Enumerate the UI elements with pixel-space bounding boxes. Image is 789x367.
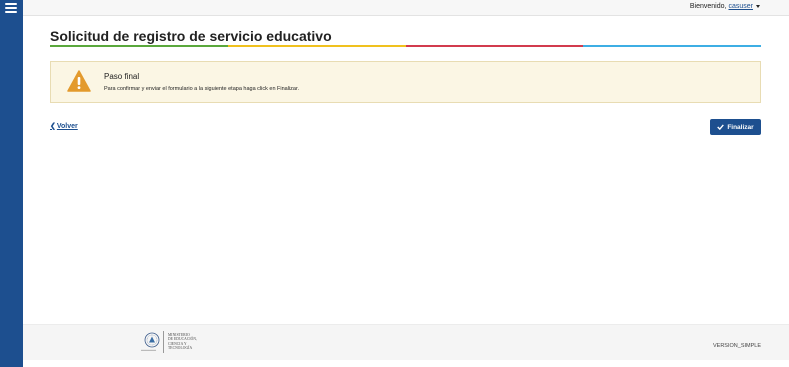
username-link[interactable]: casuser xyxy=(728,3,753,10)
alert-message: Para confirmar y enviar el formulario a … xyxy=(104,86,300,92)
stripe-yellow xyxy=(227,45,406,47)
ministry-line: TECNOLOGÍA xyxy=(168,346,193,351)
stripe-green xyxy=(50,45,228,47)
coat-of-arms-logo xyxy=(144,332,160,348)
seal-caption: ━━━━━━━━━━ xyxy=(141,349,157,352)
version-label: VERSION_SIMPLE xyxy=(713,343,761,349)
final-step-alert: Paso final Para confirmar y enviar el fo… xyxy=(50,61,761,103)
check-icon xyxy=(717,124,725,130)
caret-down-icon[interactable] xyxy=(756,5,760,8)
menu-icon[interactable] xyxy=(5,3,17,13)
top-bar: Bienvenido, casuser xyxy=(23,0,789,16)
alert-title: Paso final xyxy=(104,72,140,81)
footer-divider xyxy=(163,331,164,353)
back-label: Volver xyxy=(56,122,78,130)
back-link[interactable]: ❮ Volver xyxy=(50,122,78,131)
user-menu[interactable]: Bienvenido, casuser xyxy=(690,3,760,10)
welcome-text: Bienvenido, xyxy=(689,3,727,10)
finish-button[interactable]: Finalizar xyxy=(710,119,761,135)
warning-icon xyxy=(67,70,91,92)
color-stripe xyxy=(50,45,761,47)
finish-label: Finalizar xyxy=(727,123,754,131)
chevron-left-icon: ❮ xyxy=(50,123,56,130)
ministry-name: MINISTERIO DE EDUCACIÓN, CIENCIA Y TECNO… xyxy=(168,333,197,351)
sidebar xyxy=(0,0,23,367)
stripe-blue xyxy=(583,45,761,47)
footer: ━━━━━━━━━━ MINISTERIO DE EDUCACIÓN, CIEN… xyxy=(23,324,789,360)
stripe-red xyxy=(405,45,584,47)
page-title: Solicitud de registro de servicio educat… xyxy=(50,28,332,44)
